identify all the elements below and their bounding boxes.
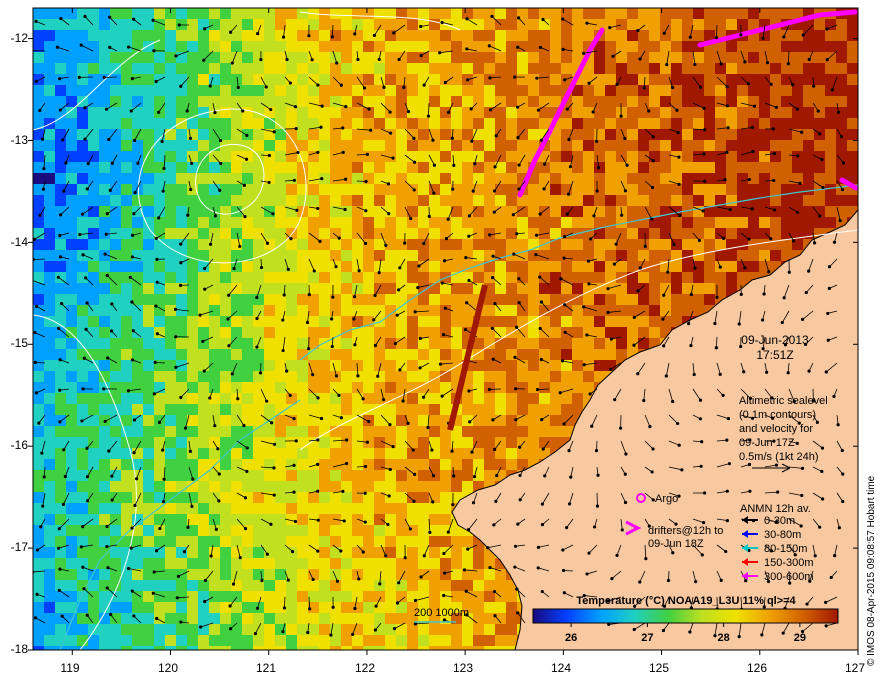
- lat-tick-label: -18: [11, 642, 29, 656]
- colorbar-tick-label: 29: [794, 632, 806, 644]
- lon-tick-label: 119: [60, 661, 79, 675]
- lon-tick-label: 123: [453, 661, 473, 675]
- anmn-item-label: 80-150m: [764, 543, 807, 555]
- anmn-item-label: 30-80m: [764, 529, 801, 541]
- lat-tick-label: -12: [11, 31, 29, 45]
- isobath-label: 200 1000m: [414, 607, 469, 619]
- anmn-item-label: 150-300m: [764, 557, 814, 569]
- lon-tick-label: 120: [158, 661, 178, 675]
- argo-label: Argo: [655, 493, 678, 505]
- lon-tick-label: 122: [355, 661, 375, 675]
- lat-axis: -12 -13 -14 -15 -16 -17 -18: [11, 31, 29, 656]
- sst-map: -12 -13 -14 -15 -16 -17 -18 119 120 121 …: [11, 7, 865, 675]
- lat-tick-label: -17: [11, 540, 29, 554]
- credit-text: © IMOS 08-Apr-2015 09:08:57 Hobart time: [866, 475, 877, 666]
- altimetry-line: (0.1m contours): [739, 409, 816, 421]
- plot-area: [33, 8, 858, 650]
- time-label: 17:51Z: [756, 348, 793, 362]
- colorbar: [532, 608, 839, 624]
- altimetry-line: Altimetric sealevel: [739, 395, 828, 407]
- colorbar-tick-label: 27: [641, 632, 653, 644]
- altimetry-line: 09-Jun 17Z: [739, 437, 795, 449]
- colorbar-tick-label: 26: [565, 632, 577, 644]
- drifters-line: 09-Jun 18Z: [648, 538, 704, 550]
- anmn-title: ANMN 12h av.: [740, 503, 811, 515]
- lon-axis: 119 120 121 122 123 124 125 126 127: [60, 661, 865, 675]
- credit-panel: © IMOS 08-Apr-2015 09:08:57 Hobart time: [866, 475, 877, 666]
- colorbar-tick-label: 28: [718, 632, 730, 644]
- colorbar-title: Temperature (°C) NOAA19_L3U 11% ql>=4: [576, 595, 796, 607]
- lat-tick-label: -16: [11, 438, 29, 452]
- lon-tick-label: 125: [649, 661, 669, 675]
- lon-tick-label: 121: [256, 661, 276, 675]
- lon-tick-label: 127: [845, 661, 865, 675]
- lat-tick-label: -14: [11, 235, 29, 249]
- lon-tick-label: 124: [551, 661, 571, 675]
- anmn-item-label: 300-600m: [764, 571, 814, 583]
- drifters-line: drifters@12h to: [648, 525, 723, 537]
- altimetry-line: and velocity for: [739, 423, 813, 435]
- date-label: 09-Jun-2013: [741, 333, 809, 347]
- lon-tick-label: 126: [747, 661, 767, 675]
- altimetry-line: 0.5m/s (1kt 24h): [739, 451, 818, 463]
- anmn-item-label: 0-30m: [764, 515, 795, 527]
- lat-tick-label: -13: [11, 133, 29, 147]
- lat-tick-label: -15: [11, 336, 29, 350]
